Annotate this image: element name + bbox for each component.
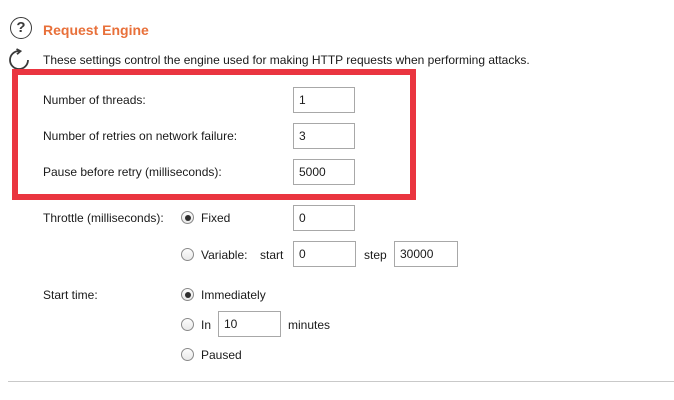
throttle-label: Throttle (milliseconds): bbox=[43, 211, 164, 225]
throttle-start-label: start bbox=[260, 248, 284, 262]
retries-input[interactable] bbox=[293, 123, 355, 149]
start-in-radio[interactable] bbox=[181, 318, 194, 331]
start-paused-radio[interactable] bbox=[181, 348, 194, 361]
pause-label: Pause before retry (milliseconds): bbox=[43, 165, 222, 179]
throttle-step-label: step bbox=[364, 248, 387, 262]
throttle-fixed-radio[interactable] bbox=[181, 211, 194, 224]
throttle-variable-radio[interactable] bbox=[181, 248, 194, 261]
section-title: Request Engine bbox=[43, 22, 149, 38]
throttle-step-input[interactable] bbox=[394, 241, 458, 267]
section-divider bbox=[8, 381, 674, 382]
start-paused-label: Paused bbox=[201, 348, 242, 362]
throttle-start-input[interactable] bbox=[293, 241, 356, 267]
section-description: These settings control the engine used f… bbox=[43, 53, 530, 67]
start-time-label: Start time: bbox=[43, 288, 98, 302]
start-immediately-label: Immediately bbox=[201, 288, 266, 302]
retries-label: Number of retries on network failure: bbox=[43, 129, 238, 143]
start-in-unit: minutes bbox=[288, 318, 331, 332]
start-in-input[interactable] bbox=[218, 311, 281, 337]
throttle-fixed-input[interactable] bbox=[293, 205, 355, 231]
start-in-label: In bbox=[201, 318, 212, 332]
pause-input[interactable] bbox=[293, 159, 355, 185]
start-immediately-radio[interactable] bbox=[181, 288, 194, 301]
threads-input[interactable] bbox=[293, 87, 355, 113]
refresh-icon[interactable] bbox=[7, 48, 31, 72]
throttle-variable-label: Variable: bbox=[201, 248, 248, 262]
threads-label: Number of threads: bbox=[43, 93, 146, 107]
help-icon[interactable]: ? bbox=[10, 17, 32, 39]
throttle-fixed-label: Fixed bbox=[201, 211, 231, 225]
